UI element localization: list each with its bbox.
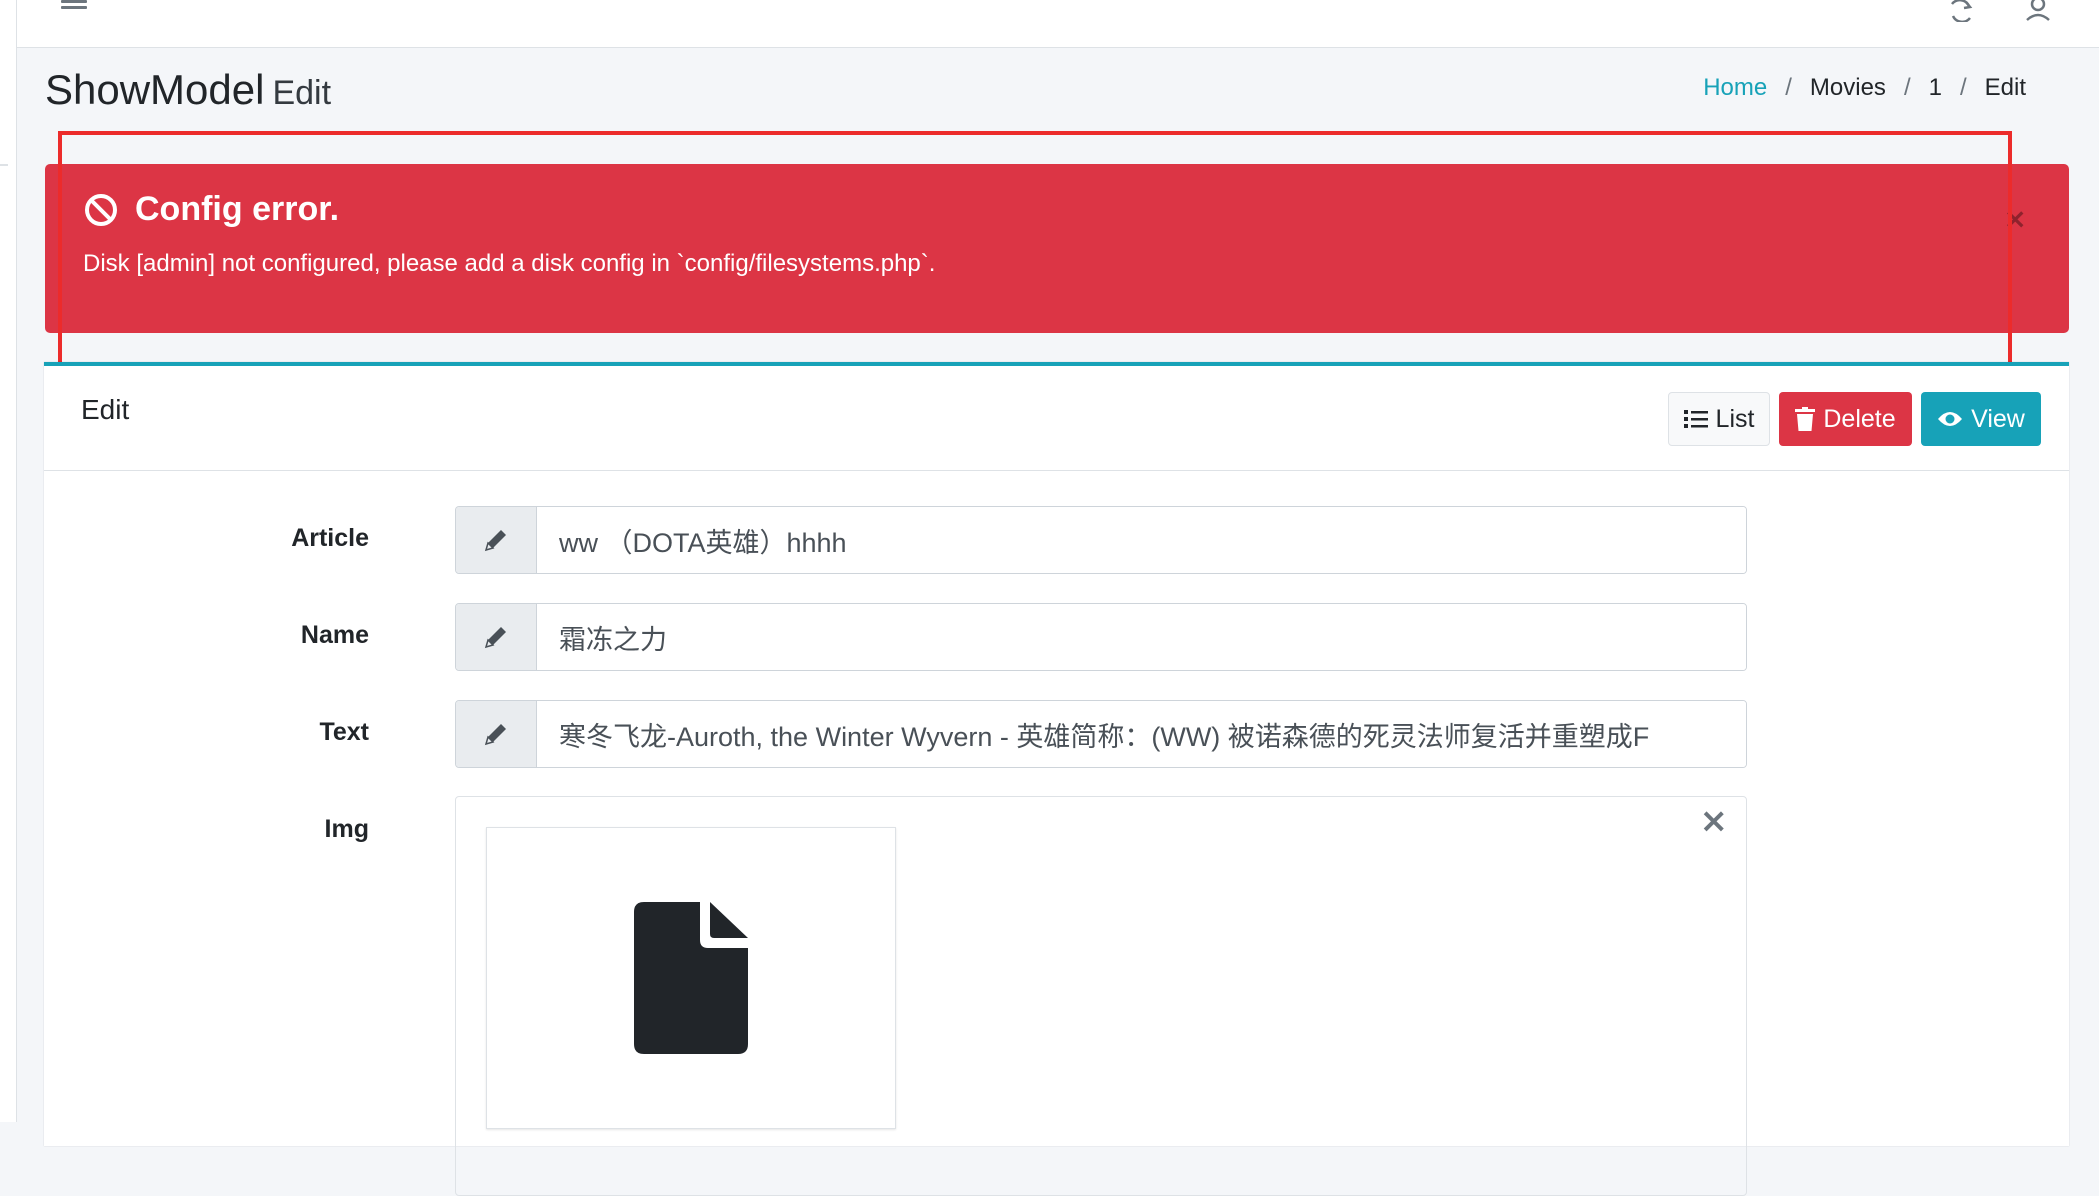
breadcrumb: Home / Movies / 1 / Edit [1703, 74, 2026, 102]
hamburger-icon[interactable] [61, 0, 87, 16]
sidebar-edge [0, 0, 17, 1122]
remove-image-button[interactable]: × [1700, 801, 1729, 841]
pencil-icon [456, 701, 537, 767]
view-button[interactable]: View [1921, 392, 2041, 446]
name-input-group: 霜冻之力 [455, 603, 1747, 671]
list-button-label: List [1715, 404, 1755, 433]
delete-button-label: Delete [1823, 404, 1896, 433]
img-label: Img [324, 815, 369, 843]
ban-icon [85, 193, 117, 226]
eye-icon [1938, 412, 1963, 426]
delete-button[interactable]: Delete [1779, 392, 1912, 446]
card-title: Edit [81, 394, 130, 425]
pencil-icon [456, 507, 537, 573]
text-input-group: 寒冬飞龙-Auroth, the Winter Wyvern - 英雄简称：(W… [455, 700, 1747, 768]
list-button[interactable]: List [1668, 392, 1770, 446]
breadcrumb-edit: Edit [1984, 74, 2026, 101]
breadcrumb-separator: / [1903, 74, 1911, 101]
breadcrumb-movies: Movies [1809, 74, 1886, 101]
article-input-group: ww （DOTA英雄）hhhh [455, 506, 1747, 574]
pencil-icon [456, 604, 537, 670]
refresh-icon[interactable] [1947, 0, 1975, 22]
alert-message: Disk [admin] not configured, please add … [83, 250, 936, 277]
config-error-alert: Config error. Disk [admin] not configure… [45, 164, 2069, 333]
breadcrumb-separator: / [1785, 74, 1792, 101]
name-input[interactable]: 霜冻之力 [537, 604, 1746, 670]
article-label: Article [291, 524, 369, 552]
name-label: Name [300, 621, 369, 649]
view-button-label: View [1971, 404, 2025, 433]
image-preview [486, 827, 896, 1129]
file-icon [634, 902, 748, 1054]
top-navbar [17, 0, 2099, 48]
user-icon[interactable] [2024, 0, 2052, 22]
alert-title: Config error. [83, 190, 339, 229]
alert-close-button[interactable]: × [2004, 202, 2027, 235]
breadcrumb-separator: / [1959, 74, 1967, 101]
edit-card: Edit List Delete View Article ww （DOTA英雄… [44, 362, 2069, 1196]
page-title-text: ShowModel [45, 66, 265, 113]
article-input[interactable]: ww （DOTA英雄）hhhh [537, 507, 1746, 573]
list-icon [1683, 410, 1708, 428]
card-header: Edit List Delete View [44, 366, 2069, 471]
image-upload-box[interactable]: × [455, 796, 1747, 1196]
alert-title-text: Config error. [135, 190, 340, 228]
text-input[interactable]: 寒冬飞龙-Auroth, the Winter Wyvern - 英雄简称：(W… [537, 701, 1746, 767]
trash-icon [1795, 407, 1816, 431]
page-subtitle: Edit [272, 74, 332, 112]
page-title: ShowModel Edit [45, 66, 331, 114]
breadcrumb-home[interactable]: Home [1703, 74, 1767, 102]
text-label: Text [319, 718, 369, 746]
breadcrumb-id: 1 [1928, 74, 1942, 101]
sidebar-divider [0, 164, 8, 166]
